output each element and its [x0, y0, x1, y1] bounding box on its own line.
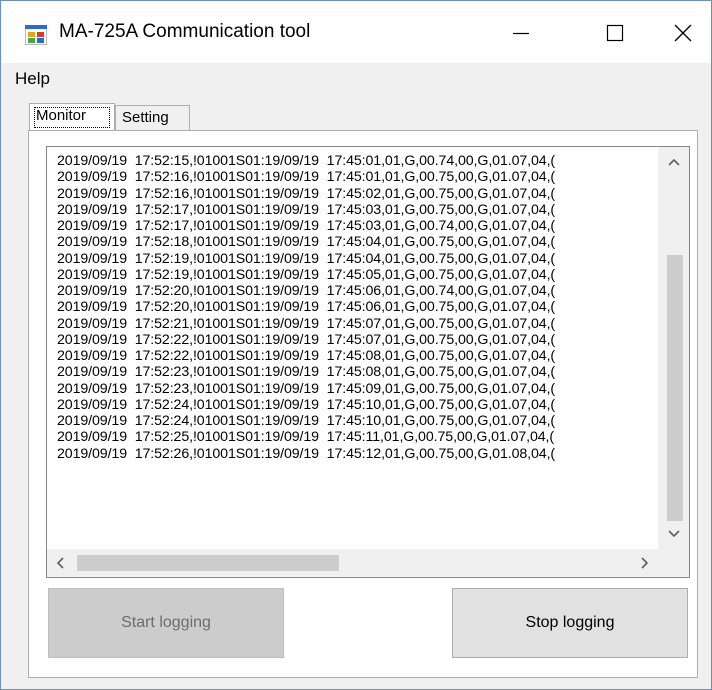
scroll-down-button[interactable]: [658, 519, 689, 549]
stop-logging-label: Stop logging: [525, 614, 615, 631]
scrollbar-corner: [658, 549, 689, 577]
scroll-right-button[interactable]: [632, 549, 658, 577]
title-bar[interactable]: MA-725A Communication tool: [1, 1, 711, 63]
log-line: 2019/09/19 17:52:16,!01001S01:19/09/19 1…: [57, 185, 556, 202]
log-line: 2019/09/19 17:52:18,!01001S01:19/09/19 1…: [57, 234, 556, 251]
tab-monitor[interactable]: Monitor: [29, 103, 115, 131]
scroll-left-button[interactable]: [47, 549, 73, 577]
start-logging-label: Start logging: [121, 614, 211, 631]
log-line: 2019/09/19 17:52:19,!01001S01:19/09/19 1…: [57, 250, 556, 267]
log-line: 2019/09/19 17:52:16,!01001S01:19/09/19 1…: [57, 169, 556, 186]
log-textbox[interactable]: 2019/09/19 17:52:15,!01001S01:19/09/19 1…: [46, 146, 690, 578]
log-lines: 2019/09/19 17:52:15,!01001S01:19/09/19 1…: [57, 153, 643, 553]
vertical-scroll-thumb[interactable]: [667, 255, 683, 521]
log-line: 2019/09/19 17:52:20,!01001S01:19/09/19 1…: [57, 299, 556, 316]
minimize-icon: [513, 32, 529, 35]
stop-logging-button[interactable]: Stop logging: [452, 588, 688, 658]
log-line: 2019/09/19 17:52:15,!01001S01:19/09/19 1…: [57, 153, 556, 169]
horizontal-scroll-thumb[interactable]: [77, 555, 339, 571]
log-line: 2019/09/19 17:52:17,!01001S01:19/09/19 1…: [57, 201, 556, 218]
log-line: 2019/09/19 17:52:26,!01001S01:19/09/19 1…: [57, 445, 556, 462]
tab-setting[interactable]: Setting: [115, 105, 190, 130]
vertical-scrollbar[interactable]: [658, 147, 689, 549]
log-line: 2019/09/19 17:52:24,!01001S01:19/09/19 1…: [57, 396, 556, 413]
maximize-button[interactable]: [587, 11, 643, 55]
tab-focus-outline: [34, 107, 110, 128]
chevron-right-icon: [641, 557, 649, 569]
menu-help[interactable]: Help: [15, 69, 50, 89]
chevron-down-icon: [668, 530, 680, 538]
start-logging-button[interactable]: Start logging: [48, 588, 284, 658]
close-button[interactable]: [655, 11, 711, 55]
log-line: 2019/09/19 17:52:24,!01001S01:19/09/19 1…: [57, 413, 556, 429]
maximize-icon: [606, 24, 624, 42]
tab-setting-label: Setting: [122, 109, 169, 126]
log-line: 2019/09/19 17:52:22,!01001S01:19/09/19 1…: [57, 331, 556, 348]
chevron-left-icon: [56, 557, 64, 569]
minimize-button[interactable]: [493, 11, 549, 55]
log-line: 2019/09/19 17:52:22,!01001S01:19/09/19 1…: [57, 348, 556, 364]
close-icon: [674, 24, 692, 42]
log-line: 2019/09/19 17:52:21,!01001S01:19/09/19 1…: [57, 315, 556, 332]
scroll-up-button[interactable]: [658, 147, 689, 177]
app-window-icon: [25, 25, 47, 45]
window-title: MA-725A Communication tool: [59, 21, 311, 42]
log-line: 2019/09/19 17:52:25,!01001S01:19/09/19 1…: [57, 429, 554, 446]
log-line: 2019/09/19 17:52:19,!01001S01:19/09/19 1…: [57, 266, 556, 283]
log-line: 2019/09/19 17:52:20,!01001S01:19/09/19 1…: [57, 283, 556, 299]
log-line: 2019/09/19 17:52:23,!01001S01:19/09/19 1…: [57, 380, 556, 397]
log-line: 2019/09/19 17:52:23,!01001S01:19/09/19 1…: [57, 364, 556, 381]
chevron-up-icon: [668, 158, 680, 166]
horizontal-scrollbar[interactable]: [47, 549, 658, 577]
menu-bar: Help: [1, 63, 711, 93]
log-line: 2019/09/19 17:52:17,!01001S01:19/09/19 1…: [57, 218, 556, 234]
